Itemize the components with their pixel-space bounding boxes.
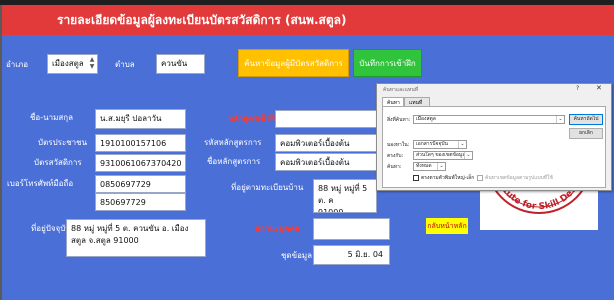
chevron-down-icon[interactable]: ⌄ (556, 116, 564, 123)
search-label: ค้นหา: (387, 164, 402, 170)
match-label: ตรงกับ: (387, 153, 404, 159)
phone2-value: 850697729 (100, 198, 146, 207)
course-name-label: ชื่อหลักสูตรการ (207, 157, 261, 166)
address-label: ที่อยู่ปัจจุบัน (31, 224, 71, 233)
phone-value: 0850697729 (100, 180, 151, 189)
course-name-value: คอมพิวเตอร์เบื้องต้น (280, 158, 350, 167)
help-icon[interactable]: ? (576, 85, 579, 92)
save-training-button[interactable]: บันทึกการเข้าฝึก (353, 49, 422, 77)
search-value: ทั้งหมด (416, 163, 432, 169)
registered-address-label: ที่อยู่ตามทะเบียนบ้าน (231, 183, 304, 192)
look-in-combo[interactable]: เอกสารปัจจุบัน ⌄ (413, 140, 467, 149)
find-next-button[interactable]: ค้นหาถัดไป (569, 114, 603, 125)
spinner-icon[interactable]: ▲ ▼ (88, 56, 96, 72)
match-case-checkbox[interactable] (413, 175, 419, 181)
welfare-card-field[interactable]: 9310061067370420 (95, 154, 186, 172)
name-field[interactable]: น.ส.มยุรี ปอลาวัน (95, 109, 186, 129)
phone-field[interactable]: 0850697729 (95, 175, 186, 193)
phone2-field[interactable]: 850697729 (95, 193, 186, 211)
find-what-label: สิ่งที่ค้นหา: (387, 117, 411, 123)
search-formatted-label: ค้นหาเขตข้อมูลตามรูปแบบที่ใช้ (485, 175, 553, 181)
course-code-value: คอมพิวเตอร์เบื้องต้น (280, 139, 350, 148)
look-in-label: มองหาใน: (387, 142, 410, 148)
id-label: บัตรประชาชน (38, 138, 88, 147)
search-formatted-checkbox[interactable] (477, 175, 483, 181)
back-home-button[interactable]: กลับหน้าหลัก (426, 218, 468, 234)
match-value: ส่วนใดๆ ของเขตข้อมูล (416, 152, 466, 158)
close-icon[interactable]: ✕ (596, 84, 602, 92)
find-replace-dialog: ค้นหาและแทนที่ ? ✕ ค้นหา แทนที่ สิ่งที่ค… (376, 83, 612, 191)
district-combo[interactable]: เมืองสตูล ▲ ▼ (47, 54, 98, 74)
id-value: 1910100157106 (100, 139, 167, 148)
search-direction-combo[interactable]: ทั้งหมด ⌄ (413, 162, 446, 171)
registered-address-field[interactable]: 88 หมู่ หมู่ที่ 5 ต. ค 91000 (313, 179, 377, 213)
registered-address-value: 88 หมู่ หมู่ที่ 5 ต. ค (318, 184, 368, 205)
address-value: 88 หมู่ หมู่ที่ 5 ต. ควนขัน อ. เมืองสตูล… (71, 224, 189, 245)
address-field[interactable]: 88 หมู่ หมู่ที่ 5 ต. ควนขัน อ. เมืองสตูล… (66, 219, 206, 257)
course-code-field[interactable]: คอมพิวเตอร์เบื้องต้น (275, 134, 377, 152)
search-courses-button[interactable]: ค้นหาข้อมูลผู้มีบัตรสวัสดิการ (238, 49, 349, 77)
district-label: อำเภอ (6, 60, 29, 69)
dialog-body: สิ่งที่ค้นหา: เมืองสตูล ⌄ ค้นหาถัดไป ยกเ… (382, 106, 606, 188)
id-field[interactable]: 1910100157106 (95, 134, 186, 152)
page-title: รายละเอียดข้อมูลผู้ลงทะเบียนบัตรสวัสดิกา… (2, 5, 614, 35)
cancel-button[interactable]: ยกเลิก (569, 128, 603, 139)
chevron-down-icon[interactable]: ⌄ (458, 141, 466, 148)
chevron-down-icon[interactable]: ⌄ (464, 152, 472, 159)
welfare-card-label: บัตรสวัสดิการ (34, 158, 82, 167)
status-label: สถานะบุคคล (255, 224, 300, 233)
phone-label: เบอร์โทรศัพท์มือถือ (7, 179, 74, 188)
match-combo[interactable]: ส่วนใดๆ ของเขตข้อมูล ⌄ (413, 151, 473, 160)
registered-address-zip: 91000 (318, 208, 344, 213)
course-code-label: รหัสหลักสูตรการ (204, 138, 262, 147)
subdistrict-value: ควนขัน (161, 59, 188, 68)
date-label: ชุดข้อมูล (281, 251, 313, 260)
look-in-value: เอกสารปัจจุบัน (416, 141, 448, 147)
match-case-label: ตรงตามตัวพิมพ์ใหญ่-เล็ก (421, 175, 475, 181)
status-field[interactable] (313, 218, 390, 240)
dialog-title: ค้นหาและแทนที่ (383, 87, 419, 93)
course-heading: หลักสูตรเข้าฝึก (228, 114, 280, 123)
subdistrict-label: ตำบล (115, 60, 135, 69)
find-what-combo[interactable]: เมืองสตูล ⌄ (413, 115, 565, 124)
chevron-down-icon[interactable]: ⌄ (437, 163, 445, 170)
district-value: เมืองสตูล (52, 59, 84, 68)
name-label: ชื่อ-นามสกุล (30, 113, 73, 122)
course-heading-field[interactable] (275, 110, 377, 128)
find-what-value: เมืองสตูล (416, 116, 436, 122)
name-value: น.ส.มยุรี ปอลาวัน (100, 114, 162, 123)
date-value: 5 มิ.ย. 04 (347, 250, 383, 259)
welfare-card-value: 9310061067370420 (100, 159, 182, 168)
date-field[interactable]: 5 มิ.ย. 04 (313, 245, 390, 265)
course-name-field[interactable]: คอมพิวเตอร์เบื้องต้น (275, 153, 377, 171)
subdistrict-field[interactable]: ควนขัน (156, 54, 205, 74)
